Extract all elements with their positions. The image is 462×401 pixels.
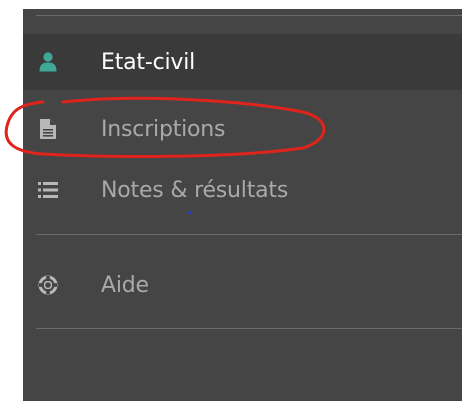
sidebar-item-label: Inscriptions <box>101 116 226 142</box>
sidebar-item-inscriptions[interactable]: Inscriptions <box>23 101 462 157</box>
document-icon <box>37 118 59 140</box>
sidebar-item-notes-resultats[interactable]: Notes & résultats <box>23 162 462 218</box>
sidebar-item-label: Etat-civil <box>101 49 196 75</box>
cursor-dot <box>188 211 191 214</box>
divider-top <box>36 15 462 16</box>
user-icon <box>37 51 59 73</box>
top-strip <box>23 0 462 9</box>
life-ring-icon <box>37 274 59 296</box>
sidebar-item-etat-civil[interactable]: Etat-civil <box>23 34 462 90</box>
sidebar-item-label: Notes & résultats <box>101 177 289 203</box>
sidebar-item-aide[interactable]: Aide <box>23 257 462 313</box>
list-icon <box>37 179 59 201</box>
divider-middle <box>36 234 462 235</box>
divider-bottom <box>36 328 462 329</box>
sidebar-item-label: Aide <box>101 272 149 298</box>
sidebar-nav: Etat-civil Inscriptions Notes & résultat… <box>23 0 462 401</box>
